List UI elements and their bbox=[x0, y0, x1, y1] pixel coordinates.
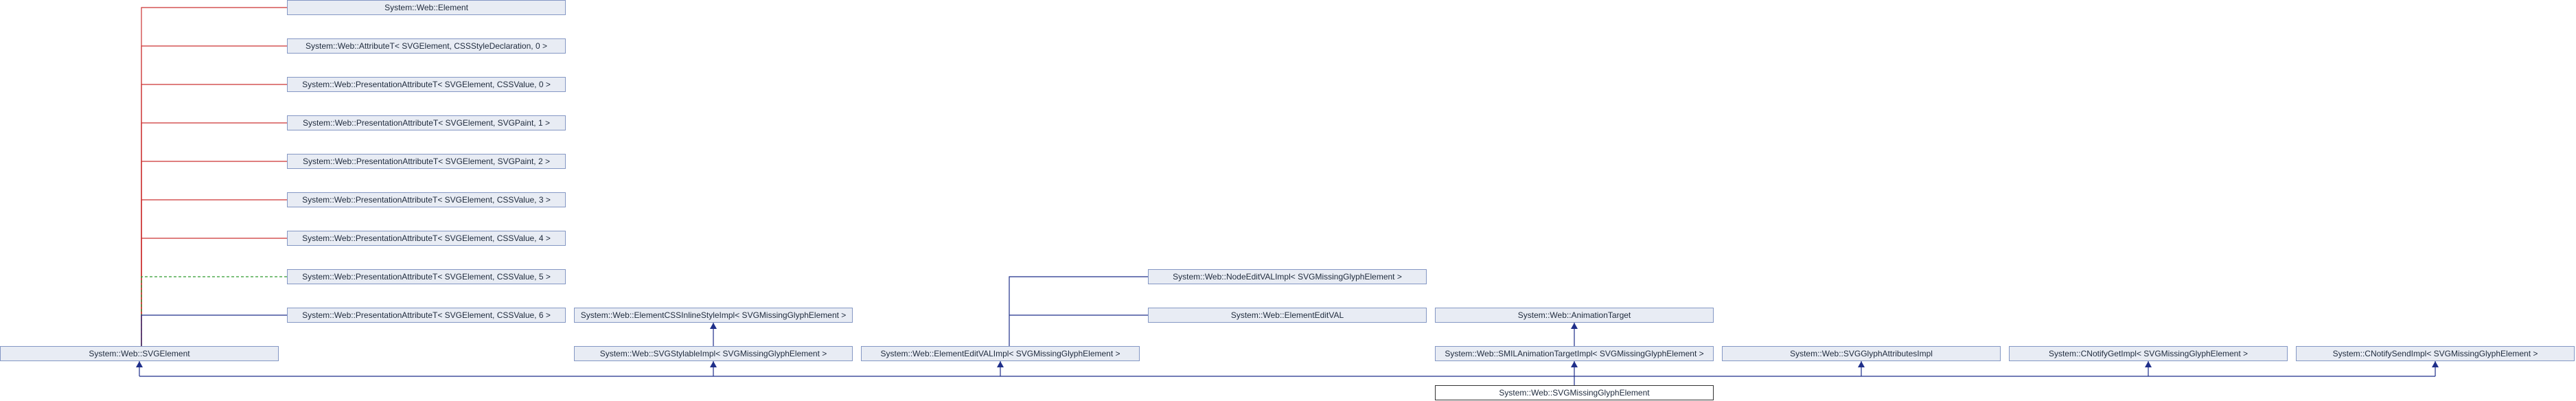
edge-element-to-svgelement bbox=[141, 7, 287, 346]
arrowhead-bus-stylable bbox=[710, 361, 717, 367]
node-svg-stylable-impl[interactable]: System::Web::SVGStylableImpl< SVGMissing… bbox=[574, 346, 853, 361]
node-smil-animation-target-impl[interactable]: System::Web::SMILAnimationTargetImpl< SV… bbox=[1435, 346, 1714, 361]
node-attribute-css-style-declaration-0[interactable]: System::Web::AttributeT< SVGElement, CSS… bbox=[287, 38, 566, 54]
node-element-edit-val[interactable]: System::Web::ElementEditVAL bbox=[1148, 308, 1427, 323]
edge-nodeeditval bbox=[1009, 276, 1148, 346]
node-cnotify-get-impl[interactable]: System::CNotifyGetImpl< SVGMissingGlyphE… bbox=[2009, 346, 2288, 361]
edge-pres5-to-svgelement bbox=[141, 276, 287, 346]
arrowhead-bus-smilanim bbox=[1571, 361, 1578, 367]
edge-pres1-to-svgelement bbox=[141, 122, 287, 346]
node-presentation-attribute-4[interactable]: System::Web::PresentationAttributeT< SVG… bbox=[287, 231, 566, 246]
arrowhead-bus-glyphattrs bbox=[1858, 361, 1865, 367]
edge-pres4-to-svgelement bbox=[141, 238, 287, 346]
node-node-edit-val-impl[interactable]: System::Web::NodeEditVALImpl< SVGMissing… bbox=[1148, 269, 1427, 284]
node-svg-element[interactable]: System::Web::SVGElement bbox=[0, 346, 279, 361]
node-presentation-attribute-5[interactable]: System::Web::PresentationAttributeT< SVG… bbox=[287, 269, 566, 284]
arrowhead-bus-svgelement bbox=[136, 361, 143, 367]
arrowhead-cssinline bbox=[710, 323, 717, 329]
node-cnotify-send-impl[interactable]: System::CNotifySendImpl< SVGMissingGlyph… bbox=[2296, 346, 2575, 361]
arrowhead-bus-elementeditvalimpl bbox=[997, 361, 1004, 367]
arrowhead-bus-notifyget bbox=[2145, 361, 2152, 367]
node-svg-missing-glyph-element-current: System::Web::SVGMissingGlyphElement bbox=[1435, 385, 1714, 400]
node-presentation-attribute-0[interactable]: System::Web::PresentationAttributeT< SVG… bbox=[287, 77, 566, 92]
node-presentation-attribute-6[interactable]: System::Web::PresentationAttributeT< SVG… bbox=[287, 308, 566, 323]
edge-pres3-to-svgelement bbox=[141, 199, 287, 346]
node-presentation-attribute-3[interactable]: System::Web::PresentationAttributeT< SVG… bbox=[287, 192, 566, 207]
node-element-css-inline-style-impl[interactable]: System::Web::ElementCSSInlineStyleImpl< … bbox=[574, 308, 853, 323]
arrowhead-animtarget bbox=[1571, 323, 1578, 329]
arrowhead-bus-notifysend bbox=[2432, 361, 2439, 367]
node-element[interactable]: System::Web::Element bbox=[287, 0, 566, 15]
inheritance-diagram: System::Web::Element System::Web::Attrib… bbox=[0, 0, 2576, 401]
node-element-edit-val-impl[interactable]: System::Web::ElementEditVALImpl< SVGMiss… bbox=[861, 346, 1140, 361]
node-presentation-attribute-2[interactable]: System::Web::PresentationAttributeT< SVG… bbox=[287, 154, 566, 169]
edge-attr0-to-svgelement bbox=[141, 45, 287, 346]
node-svg-glyph-attributes-impl[interactable]: System::Web::SVGGlyphAttributesImpl bbox=[1722, 346, 2001, 361]
edge-pres6-to-svgelement bbox=[141, 314, 287, 346]
edge-pres2-to-svgelement bbox=[141, 161, 287, 346]
node-animation-target[interactable]: System::Web::AnimationTarget bbox=[1435, 308, 1714, 323]
node-presentation-attribute-1[interactable]: System::Web::PresentationAttributeT< SVG… bbox=[287, 115, 566, 130]
edge-pres0-to-svgelement bbox=[141, 84, 287, 346]
